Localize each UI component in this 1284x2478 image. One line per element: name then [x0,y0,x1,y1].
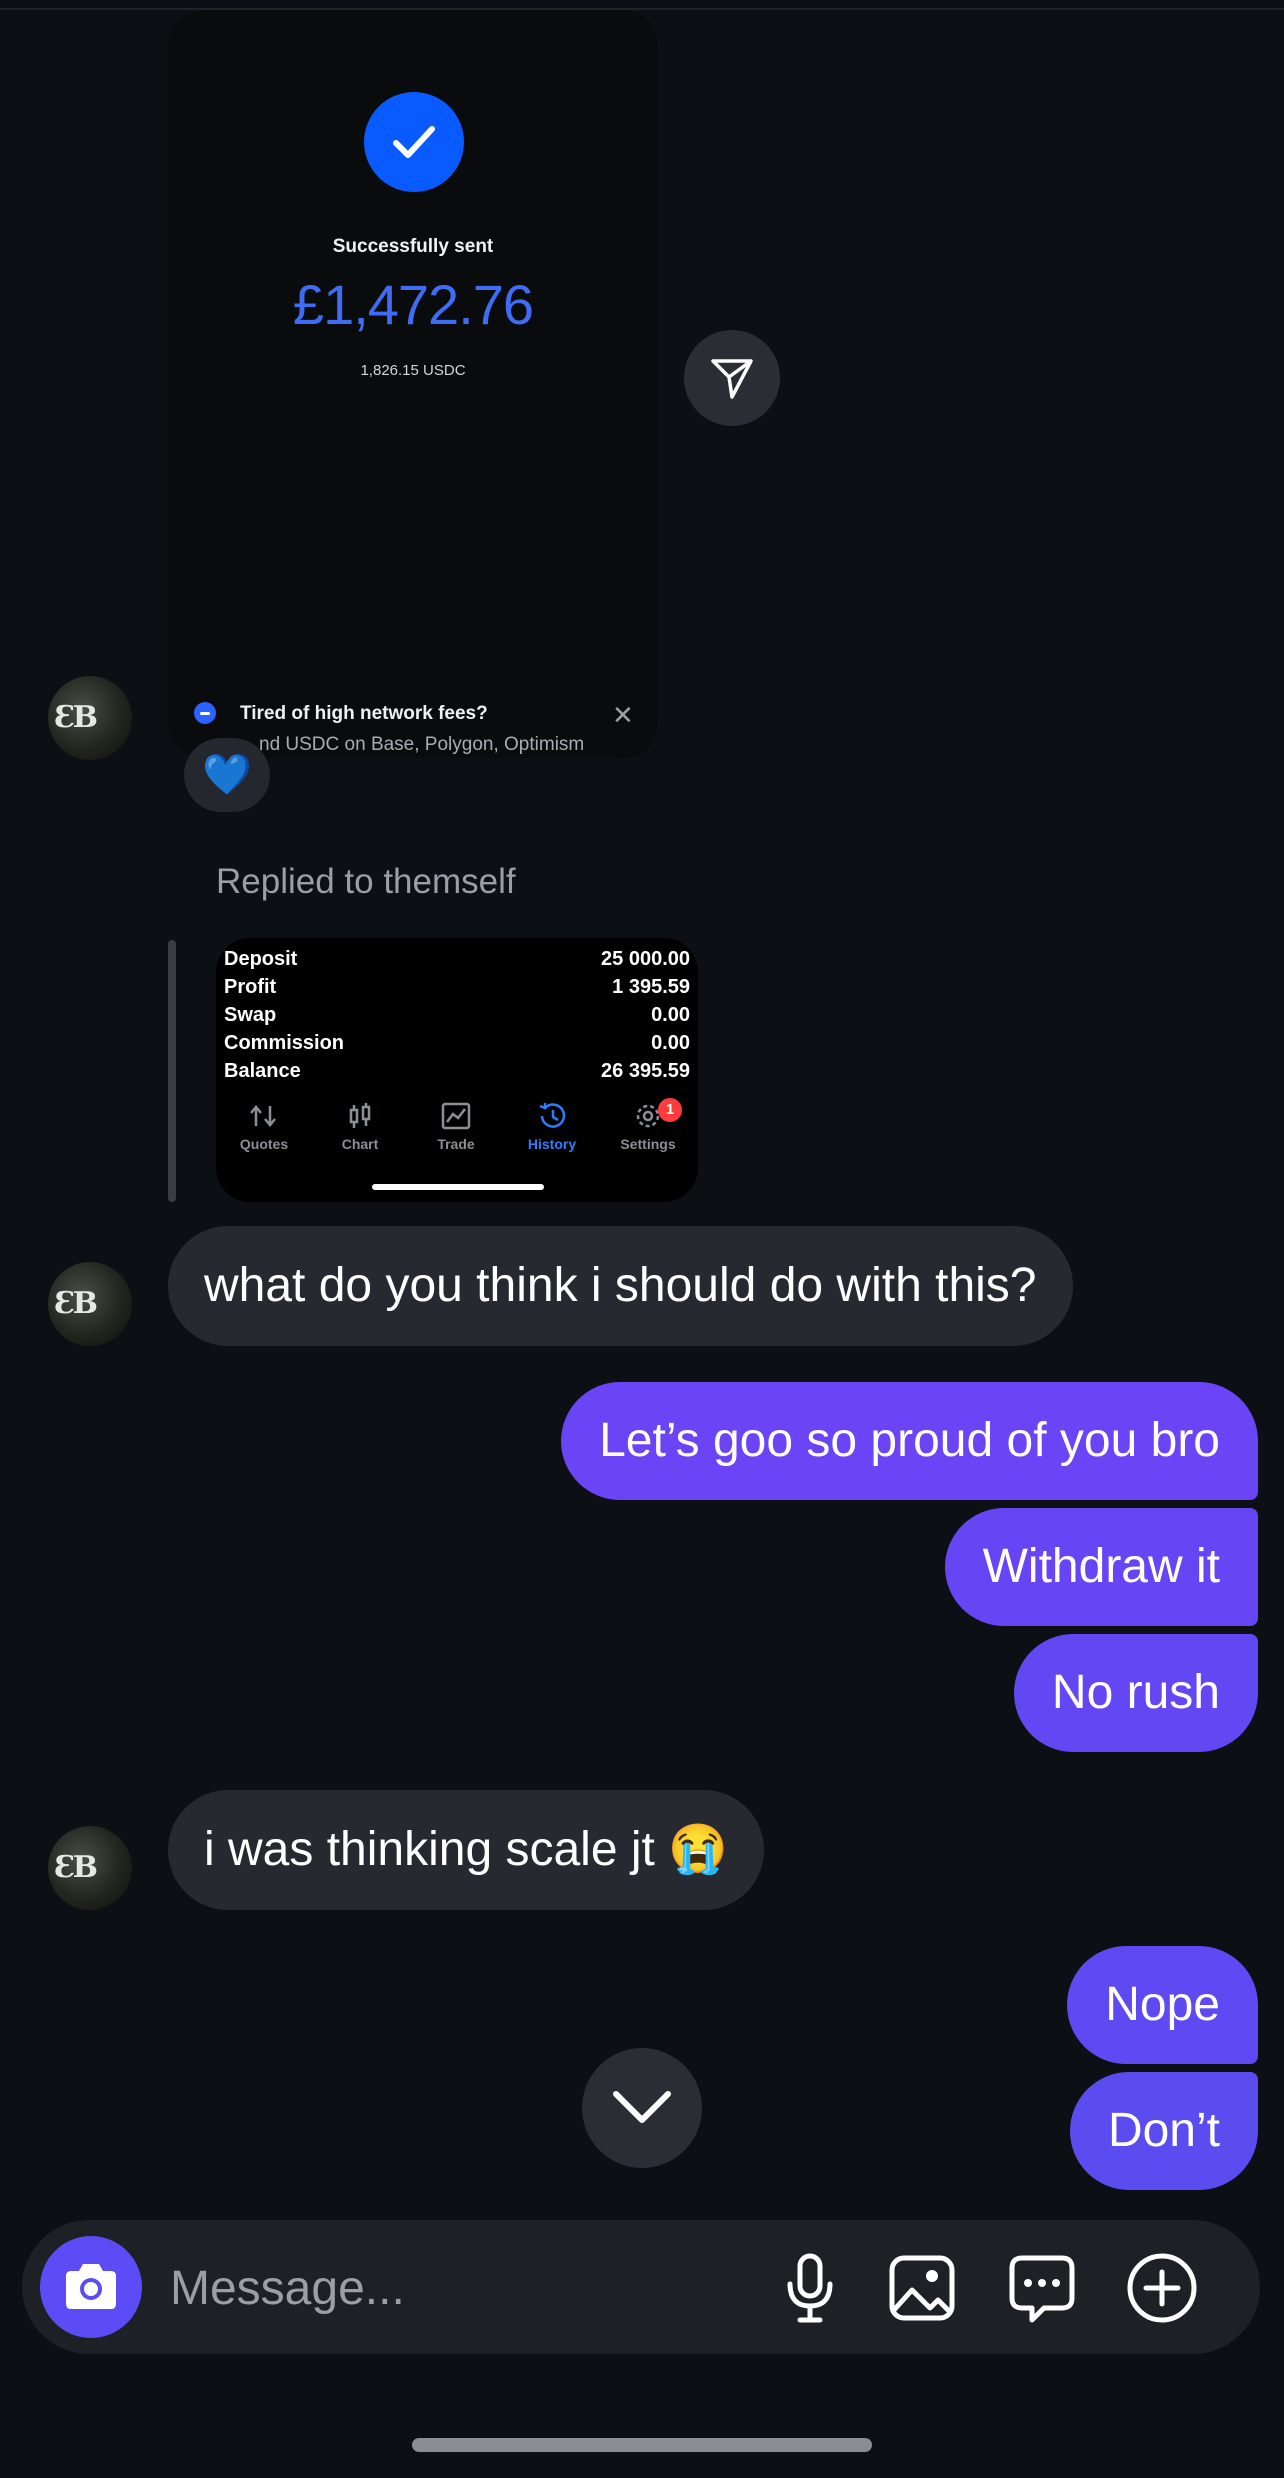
reply-indicator [168,940,176,1202]
add-button[interactable] [1124,2250,1200,2326]
avatar[interactable]: ƐB [48,676,132,760]
nav-chart: Chart [312,1102,408,1152]
banner-subtitle: …nd USDC on Base, Polygon, Optimism [240,734,585,755]
payment-sub-amount: 1,826.15 USDC [360,362,466,379]
payment-amount: £1,472.76 [292,273,534,336]
banner-close-icon: ✕ [612,700,634,730]
summary-row-swap: Swap 0.00 [224,1004,690,1026]
microphone-icon [787,2253,833,2323]
chart-icon [349,1103,371,1128]
summary-row-balance: Balance 26 395.59 [224,1060,690,1082]
camera-icon [66,2264,116,2309]
message-outgoing[interactable]: No rush [1013,1634,1258,1752]
summary-row-profit: Profit 1 395.59 [224,976,690,998]
sticker-button[interactable] [1004,2250,1080,2326]
chevron-down-icon [613,2091,671,2123]
avatar[interactable]: ƐB [48,1826,132,1910]
trade-icon [441,1102,471,1130]
home-indicator [412,2438,872,2452]
microphone-button[interactable] [772,2250,848,2326]
gallery-icon [889,2255,955,2321]
plus-icon [1127,2253,1197,2323]
quotes-icon [250,1105,276,1127]
success-check-icon [364,92,464,192]
nav-history: History [504,1102,600,1152]
nav-trade: Trade [408,1102,504,1152]
message-outgoing[interactable]: Let’s goo so proud of you bro [561,1382,1258,1500]
scroll-to-bottom-button[interactable] [582,2048,702,2168]
banner-title: Tired of high network fees? [240,703,488,724]
payment-status: Successfully sent [332,236,494,257]
message-incoming[interactable]: what do you think i should do with this? [168,1226,1073,1346]
gallery-button[interactable] [884,2250,960,2326]
replied-label: Replied to themself [216,862,516,901]
message-incoming[interactable]: i was thinking scale jt 😭 [168,1790,764,1910]
screenshot-home-indicator [372,1184,544,1190]
share-button[interactable] [684,330,780,426]
nav-quotes: Quotes [216,1102,312,1152]
avatar[interactable]: ƐB [48,1262,132,1346]
message-outgoing[interactable]: Don’t [1069,2072,1258,2190]
sticker-icon [1009,2255,1075,2323]
reaction-heart[interactable]: 💙 [184,738,270,812]
message-outgoing[interactable]: Withdraw it [944,1508,1258,1626]
top-divider [0,0,1284,10]
summary-row-commission: Commission 0.00 [224,1032,690,1054]
usdc-icon [194,702,216,724]
send-icon [711,359,753,399]
camera-button[interactable] [40,2236,142,2338]
summary-row-deposit: Deposit 25 000.00 [224,948,690,970]
history-icon [539,1103,566,1128]
settings-badge: 1 [658,1098,682,1122]
message-outgoing[interactable]: Nope [1067,1946,1258,2064]
message-input[interactable] [168,2250,732,2326]
